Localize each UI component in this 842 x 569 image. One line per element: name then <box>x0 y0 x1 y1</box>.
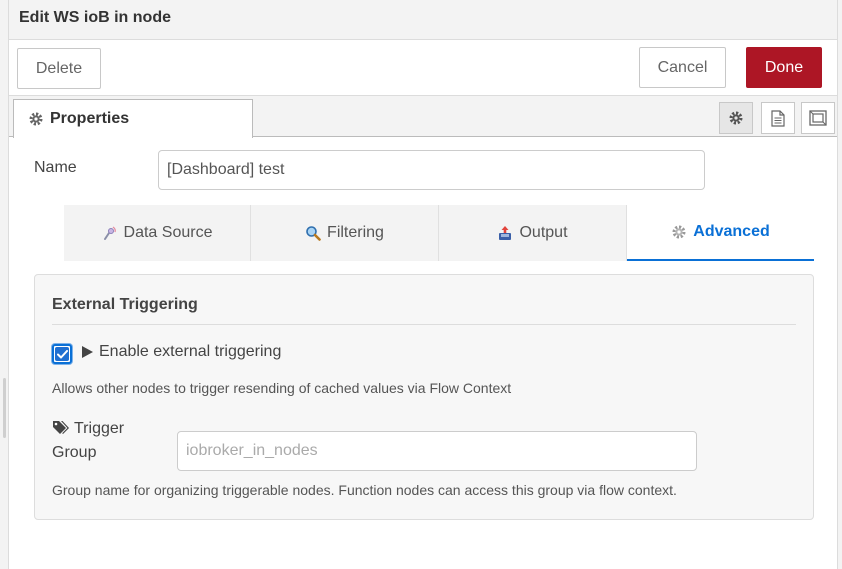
gear-icon <box>729 111 743 125</box>
tray-title: Edit WS ioB in node <box>19 9 171 26</box>
tab-properties[interactable]: Properties <box>13 99 253 138</box>
edit-tray: Edit WS ioB in node Delete Cancel Done P… <box>9 0 837 569</box>
trigger-group-label-line1: Trigger <box>74 420 125 437</box>
done-button[interactable]: Done <box>746 47 822 88</box>
tray-toolbar: Delete Cancel Done <box>9 40 837 96</box>
trigger-group-input[interactable] <box>177 431 697 471</box>
cancel-button[interactable]: Cancel <box>639 47 726 88</box>
tab-properties-label: Properties <box>50 110 130 127</box>
file-text-icon <box>771 109 785 127</box>
node-description-button[interactable] <box>761 102 795 134</box>
subtab-data-source[interactable]: Data Source <box>64 205 251 261</box>
tray-tabs: Properties <box>9 96 837 138</box>
subtab-filtering-label: Filtering <box>327 224 384 241</box>
subtab-output-label: Output <box>519 224 568 241</box>
antenna-icon <box>103 226 116 240</box>
check-icon <box>56 349 68 358</box>
subtab-advanced[interactable]: Advanced <box>627 205 814 261</box>
layout-icon <box>809 110 827 126</box>
section-title: External Triggering <box>52 296 198 313</box>
magnifier-icon <box>306 226 321 241</box>
config-subtabs: Data Source Filtering Output Advanced <box>64 205 814 261</box>
trigger-group-label-line2: Group <box>52 444 97 461</box>
left-splitter[interactable] <box>0 0 9 569</box>
tray-header: Edit WS ioB in node <box>9 0 837 40</box>
subtab-output[interactable]: Output <box>439 205 627 261</box>
node-appearance-button[interactable] <box>801 102 835 134</box>
enable-help-text: Allows other nodes to trigger resending … <box>52 380 512 396</box>
node-settings-button[interactable] <box>719 102 753 134</box>
trigger-group-label: Trigger Group <box>52 417 152 465</box>
external-triggering-panel: External Triggering Enable external trig… <box>34 274 814 520</box>
section-divider <box>52 324 796 325</box>
subtab-filtering[interactable]: Filtering <box>251 205 439 261</box>
enable-triggering-label[interactable]: Enable external triggering <box>80 343 281 361</box>
checkbox-fill <box>55 347 69 361</box>
subtab-advanced-label: Advanced <box>693 223 770 240</box>
right-scroll-edge <box>837 0 842 569</box>
trigger-group-help-text: Group name for organizing triggerable no… <box>52 482 677 498</box>
subtab-data-source-label: Data Source <box>123 224 213 241</box>
delete-button[interactable]: Delete <box>17 48 101 89</box>
name-label: Name <box>34 159 77 176</box>
inbox-out-icon <box>499 226 512 240</box>
gear-icon <box>672 225 686 239</box>
splitter-grip[interactable] <box>3 378 6 438</box>
gear-icon <box>29 112 43 126</box>
tags-icon <box>53 421 69 434</box>
play-icon <box>82 346 93 358</box>
enable-triggering-checkbox[interactable] <box>52 344 72 364</box>
name-input[interactable] <box>158 150 705 190</box>
enable-triggering-text: Enable external triggering <box>99 343 282 360</box>
